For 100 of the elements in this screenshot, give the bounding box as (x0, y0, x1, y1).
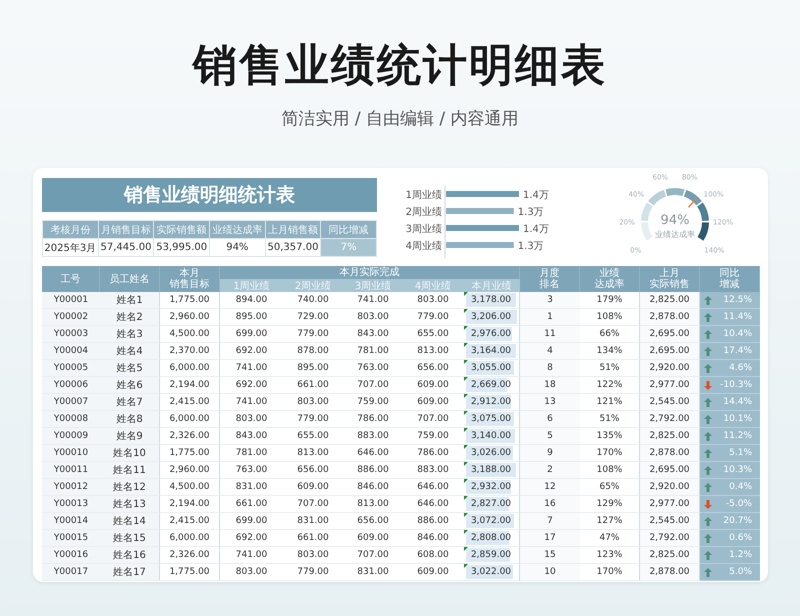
table-cell: 803.00 (343, 309, 403, 326)
table-cell: 2,326.00 (160, 547, 220, 564)
table-cell: 2,792.00 (640, 411, 700, 428)
table-cell: 779.00 (403, 309, 463, 326)
table-cell: 803.00 (283, 394, 343, 411)
table-cell: 3,178.00 (470, 295, 512, 305)
table-cell: Y00014 (42, 513, 100, 530)
table-cell: -10.3% (720, 380, 752, 390)
table-cell: 1.2% (729, 550, 752, 560)
table-cell: 2,370.00 (160, 343, 220, 360)
table-cell: 姓名12 (100, 479, 160, 496)
table-cell: 646.00 (403, 496, 463, 513)
table-cell: Y00011 (42, 462, 100, 479)
table-cell: 2,932.00 (470, 482, 512, 492)
table-cell: 2,545.00 (640, 513, 700, 530)
table-cell: 姓名15 (100, 530, 160, 547)
table-cell: Y00010 (42, 445, 100, 462)
table-cell: 2,545.00 (640, 394, 700, 411)
table-cell: 740.00 (283, 292, 343, 309)
header-cell: 4周业绩 (403, 279, 463, 292)
header-label: 上月 (660, 268, 680, 279)
table-cell: 831.00 (220, 479, 283, 496)
table-cell: 10 (520, 564, 580, 581)
corner-triangle-icon (464, 292, 468, 296)
table-cell: 813.00 (343, 496, 403, 513)
table-cell: 3,072.00 (470, 516, 512, 526)
table-cell: 3,164.00 (470, 346, 512, 356)
table-cell: 姓名5 (100, 360, 160, 377)
table-cell: 1,775.00 (160, 292, 220, 309)
table-cell: 895.00 (220, 309, 283, 326)
table-cell: 2,695.00 (640, 326, 700, 343)
table-cell: 姓名1 (100, 292, 160, 309)
table-cell: 692.00 (220, 530, 283, 547)
table-cell: 10.1% (723, 414, 752, 424)
table-cell: 姓名2 (100, 309, 160, 326)
table-cell: 姓名7 (100, 394, 160, 411)
table-cell: 4.6% (729, 363, 752, 373)
table-cell: 707.00 (343, 547, 403, 564)
table-cell: 2,669.00 (470, 380, 512, 390)
corner-triangle-icon (464, 428, 468, 432)
table-cell: 609.00 (403, 564, 463, 581)
table-cell: Y00004 (42, 343, 100, 360)
table-cell: 4 (520, 343, 580, 360)
table-cell: 692.00 (220, 343, 283, 360)
category-label: 3周业绩 (406, 224, 442, 235)
table-cell: 2,825.00 (640, 547, 700, 564)
table-cell: 53,995.00 (154, 239, 209, 256)
page-subtitle: 简洁实用 / 自由编辑 / 内容通用 (281, 108, 519, 130)
table-cell: 661.00 (283, 377, 343, 394)
table-cell: 609.00 (283, 479, 343, 496)
table-cell: 10.3% (723, 465, 752, 475)
table-cell: 姓名16 (100, 547, 160, 564)
table-cell: 姓名9 (100, 428, 160, 445)
table-cell: Y00001 (42, 292, 100, 309)
gauge-segment (641, 222, 652, 241)
header-cell: 3周业绩 (343, 279, 403, 292)
table-cell: Y00007 (42, 394, 100, 411)
table-cell: 6,000.00 (160, 360, 220, 377)
table-cell: Y00006 (42, 377, 100, 394)
table-cell: 姓名3 (100, 326, 160, 343)
table-cell: 2,326.00 (160, 428, 220, 445)
gauge-segment (698, 222, 709, 241)
table-cell: 2,859.00 (470, 550, 512, 560)
table-cell: 2,878.00 (640, 564, 700, 581)
table-cell: 779.00 (283, 564, 343, 581)
table-cell: 803.00 (283, 547, 343, 564)
table-cell: Y00008 (42, 411, 100, 428)
table-cell: 20.7% (723, 516, 752, 526)
table-cell: 12 (520, 479, 580, 496)
value-label: 1.4万 (523, 190, 549, 201)
table-cell: 11 (520, 326, 580, 343)
corner-triangle-icon (464, 496, 468, 500)
table-cell: 813.00 (403, 343, 463, 360)
bar (446, 242, 514, 248)
table-cell: 3,188.00 (470, 465, 512, 475)
table-cell: 7 (520, 513, 580, 530)
header-label: 销售目标 (170, 279, 210, 290)
table-cell: 741.00 (220, 547, 283, 564)
table-cell: 2,878.00 (640, 445, 700, 462)
table-cell: 2,976.00 (470, 329, 512, 339)
table-cell: 699.00 (220, 513, 283, 530)
table-cell: 94% (210, 239, 265, 256)
table-cell: 1,775.00 (160, 564, 220, 581)
table-cell: 661.00 (220, 496, 283, 513)
category-label: 4周业绩 (406, 241, 442, 252)
table-cell: 6 (520, 411, 580, 428)
corner-triangle-icon (464, 530, 468, 534)
table-cell: 17 (520, 530, 580, 547)
table-cell: 886.00 (343, 462, 403, 479)
table-cell: 8 (520, 360, 580, 377)
table-cell: 1,775.00 (160, 445, 220, 462)
bar (446, 208, 514, 214)
header-label: 排名 (540, 279, 560, 290)
table-cell: 2,695.00 (640, 462, 700, 479)
corner-triangle-icon (464, 445, 468, 449)
table-cell: 2,960.00 (160, 309, 220, 326)
table-cell: 姓名6 (100, 377, 160, 394)
table-cell: 姓名8 (100, 411, 160, 428)
table-cell: 786.00 (343, 411, 403, 428)
corner-triangle-icon (464, 326, 468, 330)
